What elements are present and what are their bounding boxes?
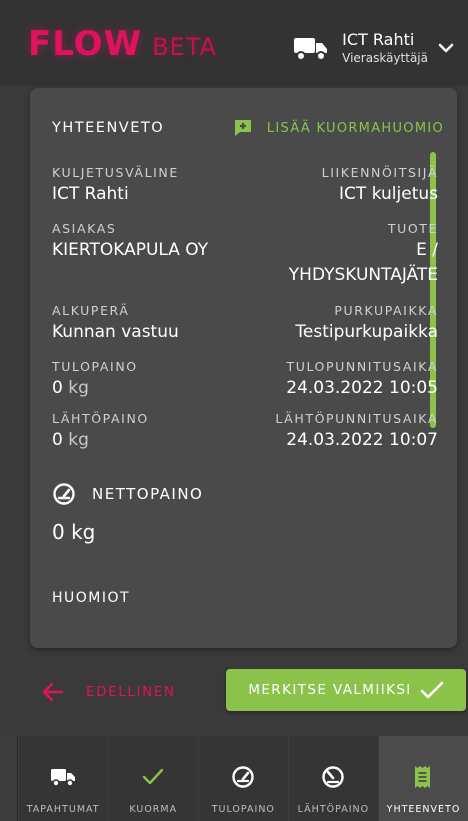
user-name: ICT Rahti: [342, 30, 415, 49]
field-value: 0 kg: [52, 377, 138, 399]
tab-summary[interactable]: YHTEENVETO: [377, 736, 468, 821]
previous-label: EDELLINEN: [86, 684, 176, 700]
previous-button[interactable]: EDELLINEN: [42, 676, 176, 708]
field-value: Testipurkupaikka: [295, 322, 438, 342]
tab-bar-edge: [0, 736, 18, 821]
net-weight-value: 0 kg: [52, 520, 96, 544]
inbound-time-field: TULOPUNNITUSAIKA 24.03.2022 10:05: [286, 359, 438, 399]
truck-icon: [51, 769, 76, 787]
receipt-icon: [415, 766, 431, 788]
truck-icon: [294, 38, 328, 61]
field-value: Kunnan vastuu: [52, 322, 179, 342]
product-field: TUOTE E / YHDYSKUNTAJÄTE: [289, 221, 438, 286]
field-value: ICT Rahti: [52, 184, 129, 204]
tab-outbound-weight[interactable]: LÄHTÖPAINO: [287, 736, 378, 821]
tab-inbound-weight[interactable]: TULOPAINO: [197, 736, 288, 821]
summary-title: YHTEENVETO: [52, 120, 165, 136]
arrow-left-icon: [42, 682, 64, 702]
field-label: LÄHTÖPAINO: [52, 411, 149, 426]
check-icon: [143, 768, 164, 785]
weight-unit: kg: [68, 378, 89, 398]
add-note-label: LISÄÄ KUORMAHUOMIO: [266, 120, 444, 136]
outbound-weight-field: LÄHTÖPAINO 0 kg: [52, 411, 149, 451]
tab-load[interactable]: KUORMA: [107, 736, 198, 821]
origin-field: ALKUPERÄ Kunnan vastuu: [52, 303, 179, 343]
field-label: TULOPUNNITUSAIKA: [286, 359, 438, 374]
outbound-time-field: LÄHTÖPUNNITUSAIKA 24.03.2022 10:07: [275, 411, 438, 451]
app-logo: FLOW BETA: [28, 24, 217, 64]
tab-label: YHTEENVETO: [386, 804, 461, 815]
app-header: FLOW BETA ICT Rahti Vieraskäyttäjä: [0, 0, 468, 86]
field-value: 24.03.2022 10:07: [286, 430, 438, 450]
field-label: ALKUPERÄ: [52, 303, 130, 318]
tab-events[interactable]: TAPAHTUMAT: [17, 736, 108, 821]
chevron-down-icon[interactable]: [438, 42, 454, 54]
weight-number: 0: [52, 378, 63, 398]
net-weight-heading: NETTOPAINO: [52, 482, 203, 506]
mark-done-label: MERKITSE VALMIIKSI: [248, 682, 412, 698]
field-label: LÄHTÖPUNNITUSAIKA: [275, 411, 438, 426]
field-value: 24.03.2022 10:05: [286, 378, 438, 398]
customer-field: ASIAKAS KIERTOKAPULA OY: [52, 221, 208, 286]
beta-badge: BETA: [152, 33, 217, 61]
net-weight-label: NETTOPAINO: [92, 485, 204, 503]
summary-header: YHTEENVETO LISÄÄ KUORMAHUOMIO: [52, 116, 444, 140]
field-label: ASIAKAS: [52, 221, 117, 236]
mark-done-button[interactable]: MERKITSE VALMIIKSI: [226, 669, 466, 711]
unloading-site-field: PURKUPAIKKA Testipurkupaikka: [295, 303, 438, 343]
vehicle-field: KULJETUSVÄLINE ICT Rahti: [52, 165, 179, 205]
detail-row-customer: ASIAKAS KIERTOKAPULA OY TUOTE E / YHDYSK…: [52, 221, 438, 286]
field-value: 0 kg: [52, 429, 149, 451]
detail-row-outbound-weight: LÄHTÖPAINO 0 kg LÄHTÖPUNNITUSAIKA 24.03.…: [52, 411, 438, 451]
logo-text: FLOW: [28, 24, 143, 64]
gauge-icon: [322, 766, 345, 788]
tab-label: LÄHTÖPAINO: [297, 804, 370, 815]
field-label: PURKUPAIKKA: [334, 303, 438, 318]
tab-label: KUORMA: [129, 804, 178, 815]
add-note-button[interactable]: LISÄÄ KUORMAHUOMIO: [233, 118, 444, 138]
tab-label: TAPAHTUMAT: [26, 804, 100, 815]
weight-number: 0: [52, 430, 63, 450]
gauge-icon: [232, 766, 255, 788]
detail-row-inbound-weight: TULOPAINO 0 kg TULOPUNNITUSAIKA 24.03.20…: [52, 359, 438, 399]
add-comment-icon: [234, 120, 251, 136]
field-value: E /: [416, 240, 438, 260]
tab-label: TULOPAINO: [211, 804, 275, 815]
notes-title: HUOMIOT: [52, 590, 131, 606]
operator-field: LIIKENNÖITSIJÄ ICT kuljetus: [322, 165, 438, 205]
inbound-weight-field: TULOPAINO 0 kg: [52, 359, 138, 399]
detail-row-vehicle: KULJETUSVÄLINE ICT Rahti LIIKENNÖITSIJÄ …: [52, 165, 438, 205]
field-value: YHDYSKUNTAJÄTE: [288, 265, 438, 285]
field-value: ICT kuljetus: [339, 184, 438, 204]
user-info: ICT Rahti Vieraskäyttäjä: [342, 30, 428, 66]
detail-row-origin: ALKUPERÄ Kunnan vastuu PURKUPAIKKA Testi…: [52, 303, 438, 343]
user-menu[interactable]: ICT Rahti Vieraskäyttäjä: [294, 26, 454, 70]
user-role: Vieraskäyttäjä: [342, 51, 428, 65]
field-label: KULJETUSVÄLINE: [52, 165, 179, 180]
weight-unit: kg: [68, 430, 89, 450]
field-label: TULOPAINO: [52, 359, 138, 374]
field-label: TUOTE: [387, 221, 438, 236]
check-icon: [420, 681, 443, 699]
field-value: KIERTOKAPULA OY: [52, 240, 209, 260]
gauge-icon: [53, 483, 75, 505]
bottom-tab-bar: TAPAHTUMAT KUORMA TULOPAINO LÄHTÖPAINO Y…: [0, 736, 468, 821]
field-label: LIIKENNÖITSIJÄ: [321, 165, 438, 180]
